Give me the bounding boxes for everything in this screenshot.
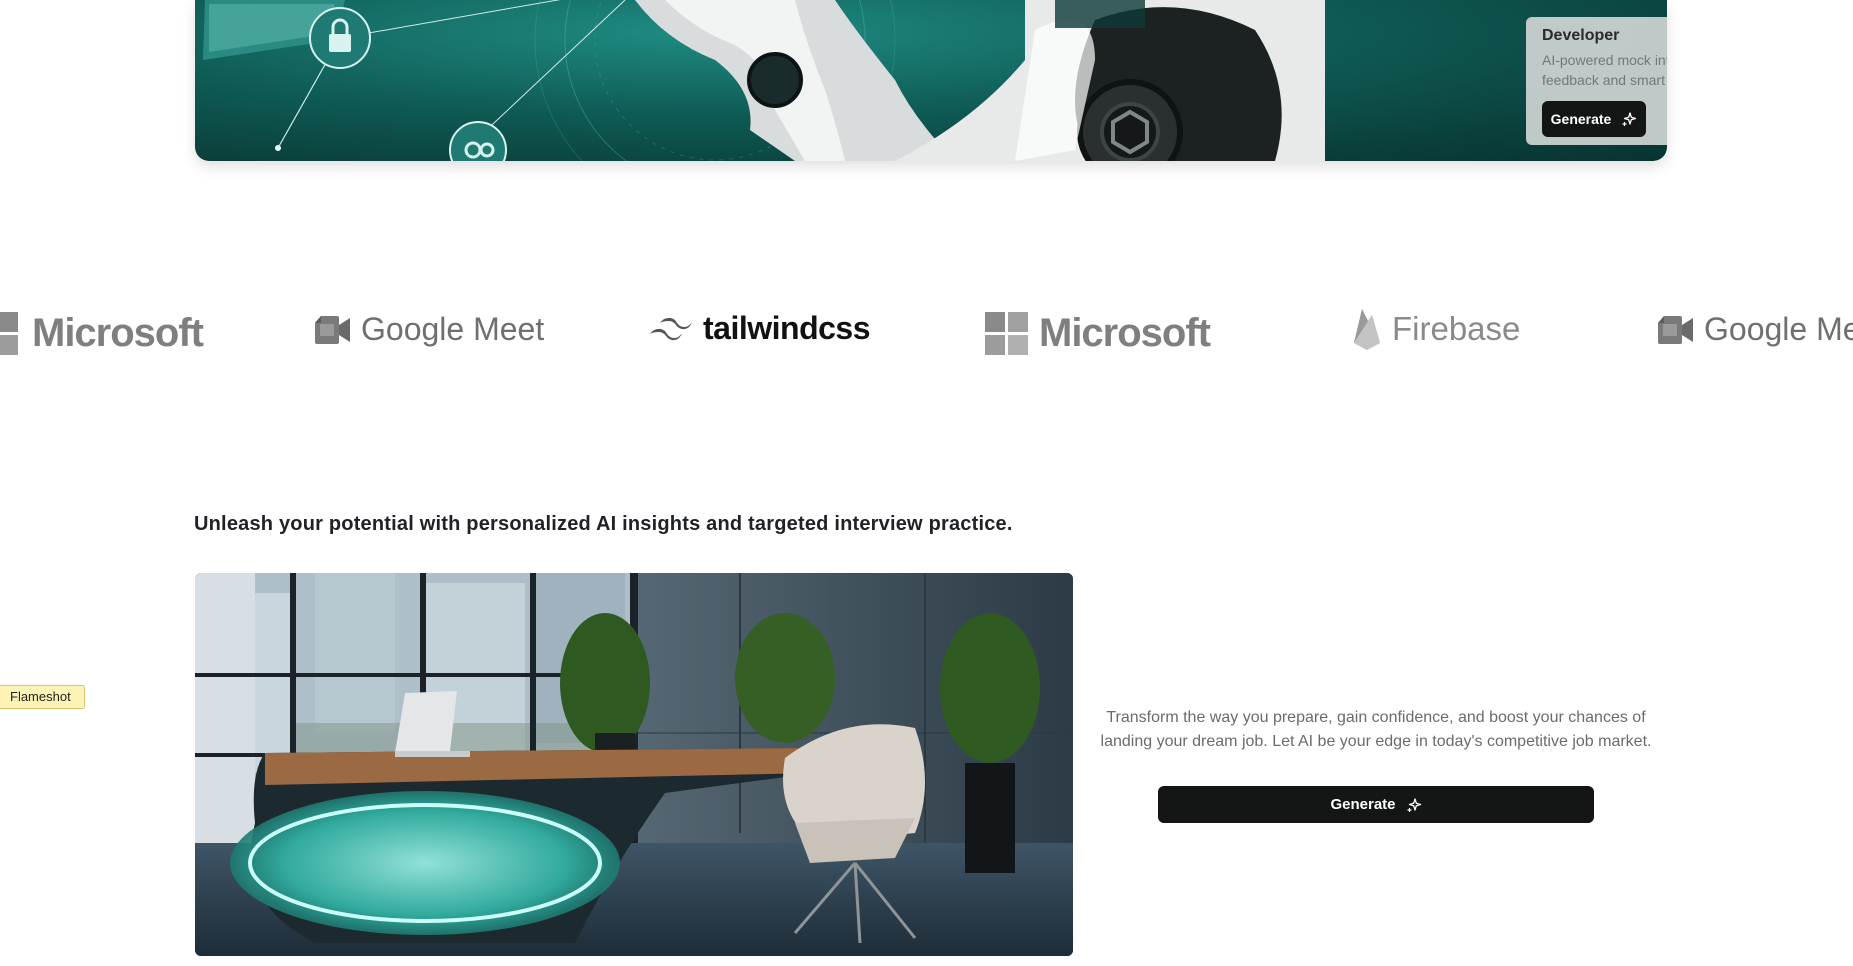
sparkle-icon [1407, 797, 1421, 812]
role-card-title: Developer [1542, 27, 1620, 44]
hero-banner: Developer AI-powered mock interviews wit… [195, 0, 1667, 161]
tailwindcss-logo-icon [650, 317, 692, 340]
logo-tailwindcss-text: tailwindcss [703, 310, 871, 346]
logo-microsoft: Microsoft [985, 311, 1211, 356]
logo-tailwindcss: tailwindcss [649, 310, 871, 347]
logo-google-meet: Google Meet [315, 311, 544, 348]
section-description: Transform the way you prepare, gain conf… [1100, 709, 1652, 750]
generate-button-label: Generate [1550, 111, 1612, 127]
flameshot-tray-label[interactable]: Flameshot [0, 685, 85, 709]
section-headline: Unleash your potential with personalized… [194, 513, 1013, 535]
role-card-description: AI-powered mock interviews with real-tim… [1542, 52, 1667, 88]
logo-firebase: Firebase [1352, 307, 1520, 351]
microsoft-logo-icon [985, 311, 1028, 355]
futuristic-office-illustration [195, 573, 1073, 956]
logo-firebase-text: Firebase [1392, 310, 1521, 347]
firebase-logo-icon [1354, 309, 1380, 350]
google-meet-logo-icon [1658, 315, 1693, 344]
office-image [195, 573, 1073, 956]
section-generate-button[interactable]: Generate [1158, 786, 1594, 823]
logo-microsoft-text: Microsoft [1039, 311, 1211, 355]
logo-google-meet-text: Google Mee [1704, 311, 1853, 347]
role-card-generate-button[interactable]: Generate [1542, 101, 1646, 137]
logo-microsoft: Microsoft [0, 311, 204, 356]
role-card: Developer AI-powered mock interviews wit… [1526, 17, 1667, 145]
generate-button-label: Generate [1330, 796, 1396, 813]
logo-google-meet-text: Google Meet [361, 311, 545, 347]
sparkle-icon [1622, 112, 1637, 126]
logo-google-meet: Google Mee [1658, 311, 1853, 348]
microsoft-logo-icon [0, 311, 18, 355]
hero-illustration [203, 0, 1325, 161]
logo-microsoft-text: Microsoft [32, 311, 204, 355]
google-meet-logo-icon [315, 315, 350, 344]
